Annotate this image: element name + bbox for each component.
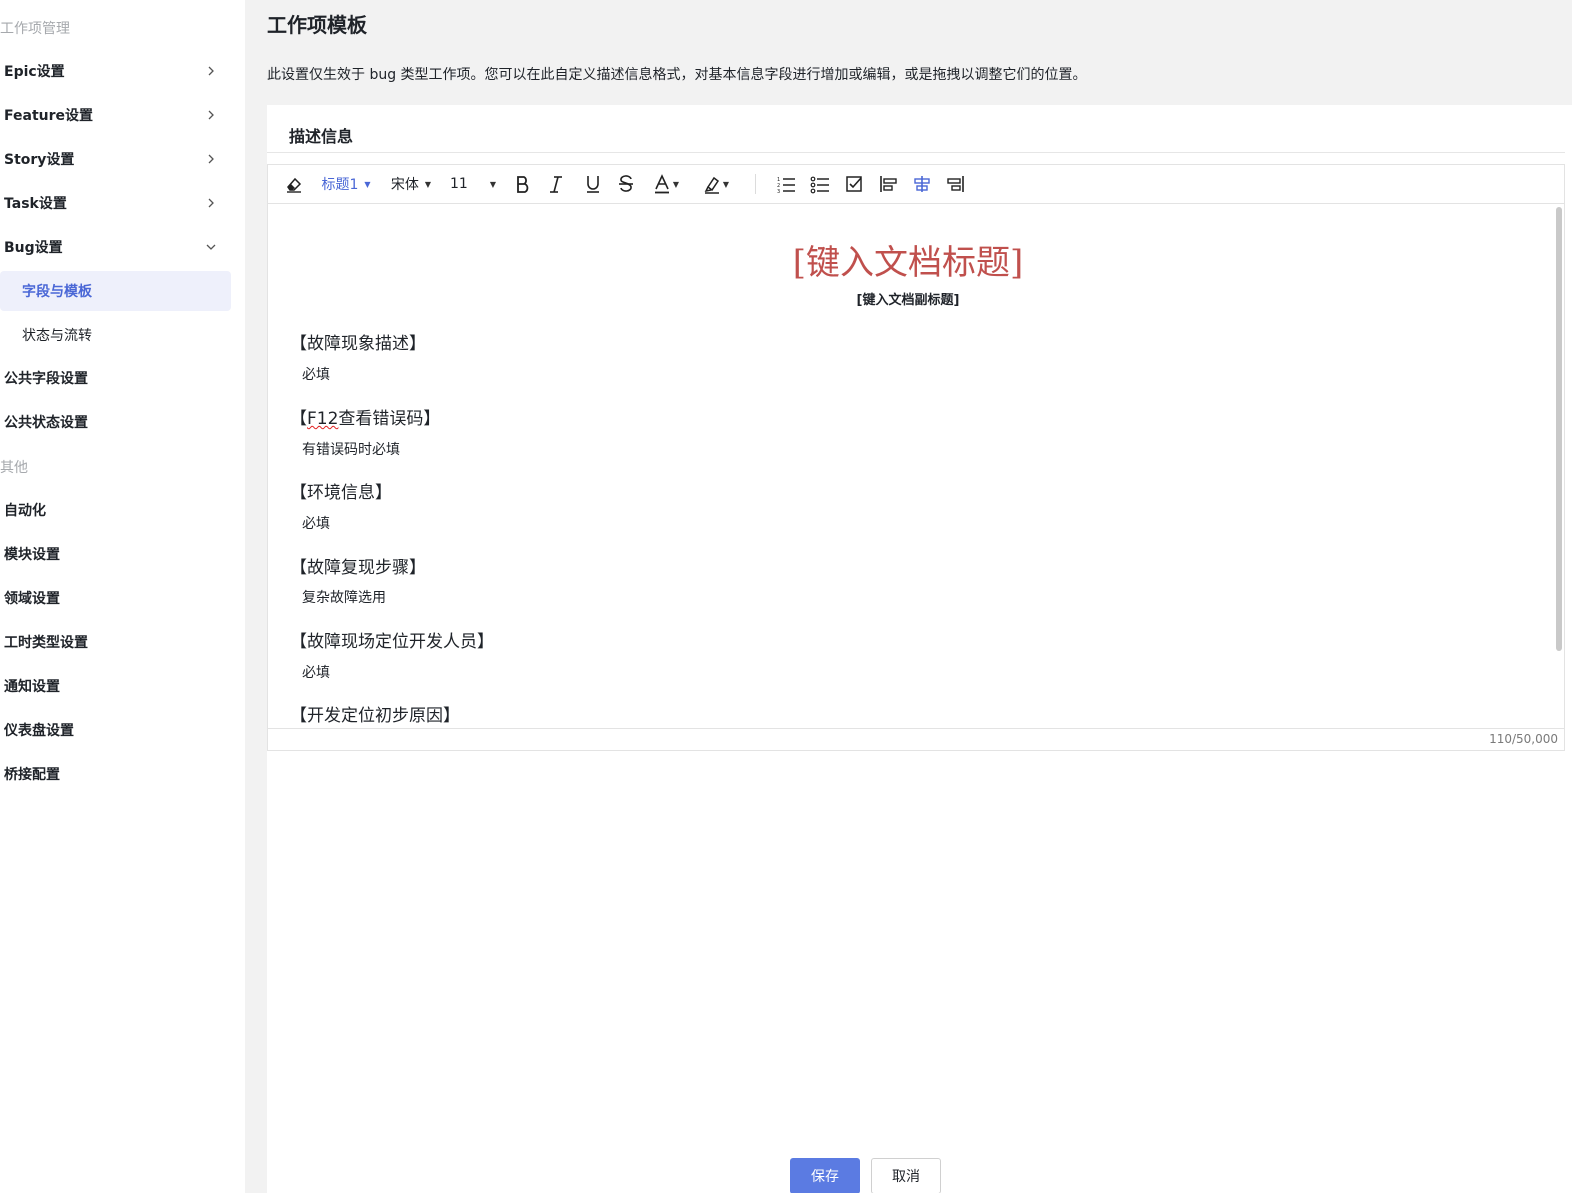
sidebar-item-notifications[interactable]: 通知设置 [0, 666, 231, 706]
editor-scrollbar[interactable] [1556, 207, 1562, 651]
sidebar-item-label: 通知设置 [4, 679, 60, 695]
section-heading[interactable]: 【F12查看错误码】 [290, 404, 440, 429]
chevron-right-icon [208, 110, 214, 120]
section-heading[interactable]: 【开发定位初步原因】 [290, 701, 460, 726]
sidebar-item-task[interactable]: Task设置 [0, 183, 231, 223]
toolbar-divider [755, 174, 756, 194]
sidebar-item-label: 公共字段设置 [4, 371, 88, 387]
panel-heading: 描述信息 [289, 127, 354, 146]
heading-style-select[interactable]: 标题1 ▼ [318, 171, 374, 197]
chevron-right-icon [208, 198, 214, 208]
save-button[interactable]: 保存 [790, 1158, 860, 1193]
editor-content[interactable]: [键入文档标题] [键入文档副标题] 【故障现象描述】 必填 【F12查看错误码… [268, 205, 1554, 728]
character-counter: 110/50,000 [1489, 732, 1558, 746]
sidebar-item-automation[interactable]: 自动化 [0, 490, 231, 530]
font-size-value: 11 [450, 176, 468, 192]
sidebar-item-label: 领域设置 [4, 591, 60, 607]
bullet-list-icon[interactable] [808, 171, 832, 197]
heading-style-value: 标题1 [321, 177, 359, 193]
divider [267, 152, 1565, 153]
page-description: 此设置仅生效于 bug 类型工作项。您可以在此自定义描述信息格式，对基本信息字段… [267, 67, 1087, 83]
template-panel: 描述信息 标题1 ▼ 宋体 ▼ 11 ▼ ▼ ▼ 1 2 3 [键入文档标题] … [267, 105, 1572, 1193]
sidebar-item-label: 公共状态设置 [4, 415, 88, 431]
eraser-icon[interactable] [282, 171, 306, 197]
section-heading-part: 【 [290, 409, 307, 429]
sidebar-subitem-fields-templates[interactable]: 字段与模板 [0, 271, 231, 311]
sidebar-item-label: 仪表盘设置 [4, 723, 74, 739]
document-title[interactable]: [键入文档标题] [268, 235, 1548, 284]
sidebar-subitem-status-flow[interactable]: 状态与流转 [0, 315, 231, 355]
document-subtitle[interactable]: [键入文档副标题] [268, 289, 1548, 308]
section-body[interactable]: 复杂故障选用 [302, 587, 386, 607]
cancel-button[interactable]: 取消 [871, 1158, 941, 1193]
sidebar-item-label: 自动化 [4, 503, 46, 519]
italic-icon[interactable] [544, 171, 568, 197]
font-family-select[interactable]: 宋体 ▼ [384, 171, 438, 197]
bold-icon[interactable] [511, 171, 535, 197]
sidebar-subitem-label: 状态与流转 [22, 328, 92, 344]
sidebar-item-public-fields[interactable]: 公共字段设置 [0, 358, 231, 398]
sidebar-item-label: Task设置 [4, 196, 67, 212]
sidebar-item-label: 桥接配置 [4, 767, 60, 783]
section-heading[interactable]: 【故障复现步骤】 [290, 553, 426, 578]
section-heading[interactable]: 【环境信息】 [290, 478, 392, 503]
section-body[interactable]: 必填 [302, 364, 330, 384]
highlight-icon[interactable]: ▼ [699, 171, 733, 197]
sidebar-item-bug[interactable]: Bug设置 [0, 227, 231, 267]
sidebar-item-label: 工时类型设置 [4, 635, 88, 651]
sidebar-item-label: Feature设置 [4, 108, 93, 124]
sidebar-item-public-status[interactable]: 公共状态设置 [0, 402, 231, 442]
rich-text-editor[interactable]: 标题1 ▼ 宋体 ▼ 11 ▼ ▼ ▼ 1 2 3 [键入文档标题] [键入文档… [267, 164, 1565, 751]
sidebar-item-label: Epic设置 [4, 64, 65, 80]
section-body[interactable]: 必填 [302, 513, 330, 533]
sidebar-section-manage: 工作项管理 [0, 21, 70, 37]
editor-toolbar: 标题1 ▼ 宋体 ▼ 11 ▼ ▼ ▼ 1 2 3 [268, 165, 1564, 204]
chevron-right-icon [208, 66, 214, 76]
sidebar-subitem-label: 字段与模板 [22, 284, 92, 300]
sidebar-item-label: Story设置 [4, 152, 75, 168]
sidebar: 工作项管理 Epic设置 Feature设置 Story设置 Task设置 Bu… [0, 0, 245, 1193]
section-body[interactable]: 必填 [302, 662, 330, 682]
font-size-select[interactable]: 11 ▼ [450, 171, 502, 197]
editor-footer: 110/50,000 [268, 728, 1564, 750]
ordered-list-icon[interactable]: 123 [774, 171, 798, 197]
sidebar-item-dashboard[interactable]: 仪表盘设置 [0, 710, 231, 750]
sidebar-item-label: Bug设置 [4, 240, 63, 256]
sidebar-item-modules[interactable]: 模块设置 [0, 534, 231, 574]
sidebar-item-story[interactable]: Story设置 [0, 139, 231, 179]
align-center-icon[interactable] [910, 171, 934, 197]
checklist-icon[interactable] [842, 171, 866, 197]
section-heading-part: 查看错误码】 [338, 409, 441, 429]
svg-text:3: 3 [777, 189, 780, 194]
font-family-value: 宋体 [390, 177, 419, 193]
font-color-icon[interactable]: ▼ [649, 171, 683, 197]
sidebar-item-bridge[interactable]: 桥接配置 [0, 754, 231, 794]
align-right-icon[interactable] [944, 171, 968, 197]
sidebar-item-worktime-types[interactable]: 工时类型设置 [0, 622, 231, 662]
underline-icon[interactable] [581, 171, 605, 197]
section-body[interactable]: 有错误码时必填 [302, 439, 400, 459]
sidebar-item-epic[interactable]: Epic设置 [0, 51, 231, 91]
page-title: 工作项模板 [267, 13, 367, 37]
sidebar-item-label: 模块设置 [4, 547, 60, 563]
strikethrough-icon[interactable] [614, 171, 638, 197]
section-heading[interactable]: 【故障现场定位开发人员】 [290, 627, 494, 652]
chevron-down-icon [206, 244, 216, 250]
sidebar-item-domains[interactable]: 领域设置 [0, 578, 231, 618]
sidebar-section-other: 其他 [0, 460, 28, 476]
spellcheck-word: F12 [307, 409, 339, 429]
align-left-icon[interactable] [876, 171, 900, 197]
section-heading[interactable]: 【故障现象描述】 [290, 329, 426, 354]
sidebar-item-feature[interactable]: Feature设置 [0, 95, 231, 135]
chevron-right-icon [208, 154, 214, 164]
